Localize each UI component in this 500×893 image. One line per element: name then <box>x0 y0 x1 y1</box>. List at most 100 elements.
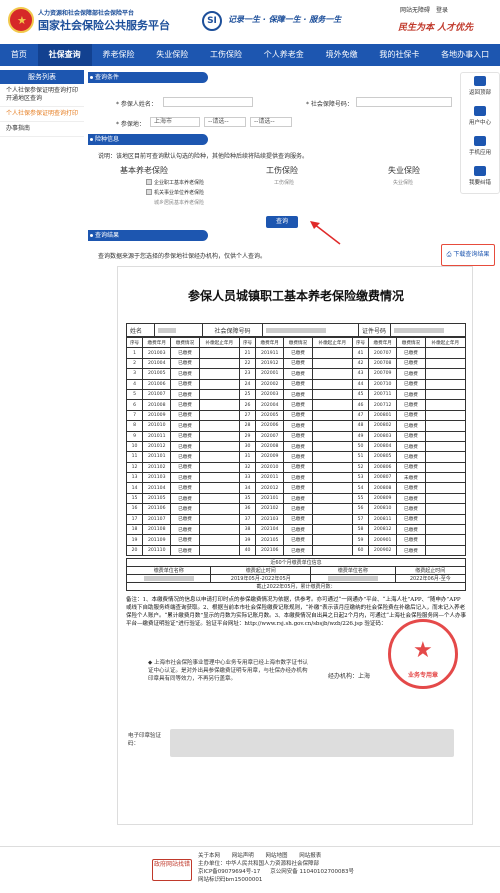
cell-backpay <box>198 357 240 370</box>
cell-backpay <box>424 544 467 557</box>
back-to-top-button[interactable]: 返回顶部 <box>461 73 499 103</box>
table-row: 2 201004 已缴费 22 201912 已缴费 42 200708 已缴费 <box>125 357 467 370</box>
cell-status: 已缴费 <box>396 492 426 505</box>
section-insurance-types: 险种信息 <box>88 134 208 145</box>
cell-month: 201005 <box>142 368 172 380</box>
place-city-select[interactable]: --请选-- <box>204 117 246 127</box>
table-row: 12 201102 已缴费 32 202010 已缴费 52 200806 已缴费 <box>125 461 467 474</box>
login-link[interactable]: 登录 <box>436 7 448 14</box>
footer-about-link[interactable]: 关于本网 <box>198 853 220 859</box>
cell-seq: 35 <box>238 492 257 505</box>
cell-backpay <box>424 482 467 494</box>
cell-seq: 9 <box>125 430 144 442</box>
download-result-button[interactable]: ⎙ 下载查询结果 <box>441 244 495 266</box>
cell-status: 已缴费 <box>396 357 426 370</box>
cell-status: 已缴费 <box>396 347 426 359</box>
cell-backpay <box>311 524 353 536</box>
period-2: 2022年06月-至今 <box>394 574 467 583</box>
cell-status: 已缴费 <box>396 451 426 463</box>
cell-month: 200811 <box>368 513 398 526</box>
name-value <box>154 323 203 337</box>
cell-seq: 41 <box>351 347 370 359</box>
cell-month: 201102 <box>142 461 172 474</box>
cell-seq: 26 <box>238 399 257 411</box>
nav-local-entry[interactable]: 各地办事入口 <box>430 44 500 66</box>
cell-status: 已缴费 <box>170 430 200 442</box>
cell-seq: 13 <box>125 472 144 484</box>
footer-report-link[interactable]: 网站报表 <box>299 853 321 859</box>
cell-seq: 34 <box>238 482 257 494</box>
cell-seq: 10 <box>125 440 144 453</box>
nav-pension[interactable]: 养老保险 <box>92 44 146 66</box>
user-center-button[interactable]: 用户中心 <box>461 103 499 133</box>
cell-backpay <box>424 378 467 390</box>
cell-month: 201108 <box>142 524 172 536</box>
cell-status: 已缴费 <box>396 544 426 557</box>
cell-status: 已缴费 <box>283 388 313 401</box>
cell-backpay <box>198 388 240 401</box>
cell-status: 已缴费 <box>170 409 200 422</box>
ssn-value <box>262 323 359 337</box>
nav-social-security-query[interactable]: 社保查询 <box>37 44 92 66</box>
cell-seq: 50 <box>351 440 370 453</box>
nav-overseas[interactable]: 境外免缴 <box>315 44 369 66</box>
footer-icp[interactable]: 京ICP备09079694号-17 <box>198 869 260 875</box>
site-header: ★ 人力资源和社会保障部社会保险平台 国家社会保险公共服务平台 SI 记录一生 … <box>0 0 500 44</box>
name-input[interactable] <box>163 97 253 107</box>
cell-backpay <box>311 544 353 557</box>
cell-status: 已缴费 <box>170 482 200 494</box>
employer-header-1: 缴费单位名称 <box>125 566 212 575</box>
cell-status: 已缴费 <box>170 492 200 505</box>
place-province-select[interactable]: 上海市 <box>150 117 200 127</box>
cell-seq: 57 <box>351 513 370 526</box>
cell-month: 201101 <box>142 451 172 463</box>
cell-backpay <box>198 513 240 526</box>
cell-month: 200712 <box>368 399 398 411</box>
nav-unemployment[interactable]: 失业保险 <box>145 44 199 66</box>
cell-status: 已缴费 <box>396 482 426 494</box>
cell-seq: 38 <box>238 524 257 536</box>
cell-backpay <box>424 388 467 401</box>
footer-police[interactable]: 京公网安备 11040102700083号 <box>270 869 354 875</box>
certificate-document: 参保人员城镇职工基本养老保险缴费情况 姓名 社会保障号码 证件号码 序号 缴费年… <box>117 266 473 825</box>
sidebar-item-open-regions[interactable]: 个人社保参保证明查询打印开通地区查询 <box>0 84 84 107</box>
cell-seq: 28 <box>238 420 257 432</box>
sidebar-item-print-certificate[interactable]: 个人社保参保证明查询打印 <box>0 107 84 122</box>
checkbox-enterprise-pension[interactable]: 企业职工基本养老保险 <box>146 179 204 186</box>
cell-seq: 53 <box>351 472 370 484</box>
cell-status: 已缴费 <box>170 347 200 359</box>
cell-status: 已缴费 <box>170 357 200 370</box>
query-button[interactable]: 查询 <box>266 216 298 228</box>
table-row: 7 201009 已缴费 27 202005 已缴费 47 200801 已缴费 <box>125 409 467 422</box>
cell-status: 已缴费 <box>283 357 313 370</box>
nav-home[interactable]: 首页 <box>0 44 38 66</box>
platform-title[interactable]: 国家社会保险公共服务平台 <box>38 17 198 33</box>
cell-month: 200812 <box>368 524 398 536</box>
cell-month: 201106 <box>142 503 172 515</box>
cell-seq: 4 <box>125 378 144 390</box>
mobile-app-button[interactable]: 手机应用 <box>461 133 499 163</box>
footer-sitemap-link[interactable]: 网站地图 <box>266 853 288 859</box>
accessibility-link[interactable]: 网站无障碍 <box>400 7 430 14</box>
nav-personal-pension[interactable]: 个人养老金 <box>253 44 315 66</box>
sidebar-item-guide[interactable]: 办事指南 <box>0 122 84 137</box>
ssn-input[interactable] <box>356 97 452 107</box>
cell-backpay <box>311 492 353 505</box>
cell-backpay <box>198 534 240 546</box>
checkbox-public-pension[interactable]: 机关事业单位养老保险 <box>146 189 204 196</box>
cell-month: 202104 <box>255 524 285 536</box>
place-district-select[interactable]: --请选-- <box>250 117 292 127</box>
cell-backpay <box>311 472 353 484</box>
cell-month: 201009 <box>142 409 172 422</box>
cell-seq: 19 <box>125 534 144 546</box>
report-error-button[interactable]: 我要纠错 <box>461 163 499 193</box>
nav-injury[interactable]: 工伤保险 <box>199 44 253 66</box>
gov-error-badge[interactable]: 政府网站找错 <box>152 859 192 881</box>
table-row: 1 201003 已缴费 21 201911 已缴费 41 200707 已缴费 <box>125 347 467 359</box>
cell-backpay <box>311 409 353 422</box>
cell-month: 202002 <box>255 378 285 390</box>
cell-seq: 2 <box>125 357 144 370</box>
nav-my-card[interactable]: 我的社保卡 <box>368 44 430 66</box>
cell-backpay <box>424 492 467 505</box>
footer-statement-link[interactable]: 网站声明 <box>232 853 254 859</box>
